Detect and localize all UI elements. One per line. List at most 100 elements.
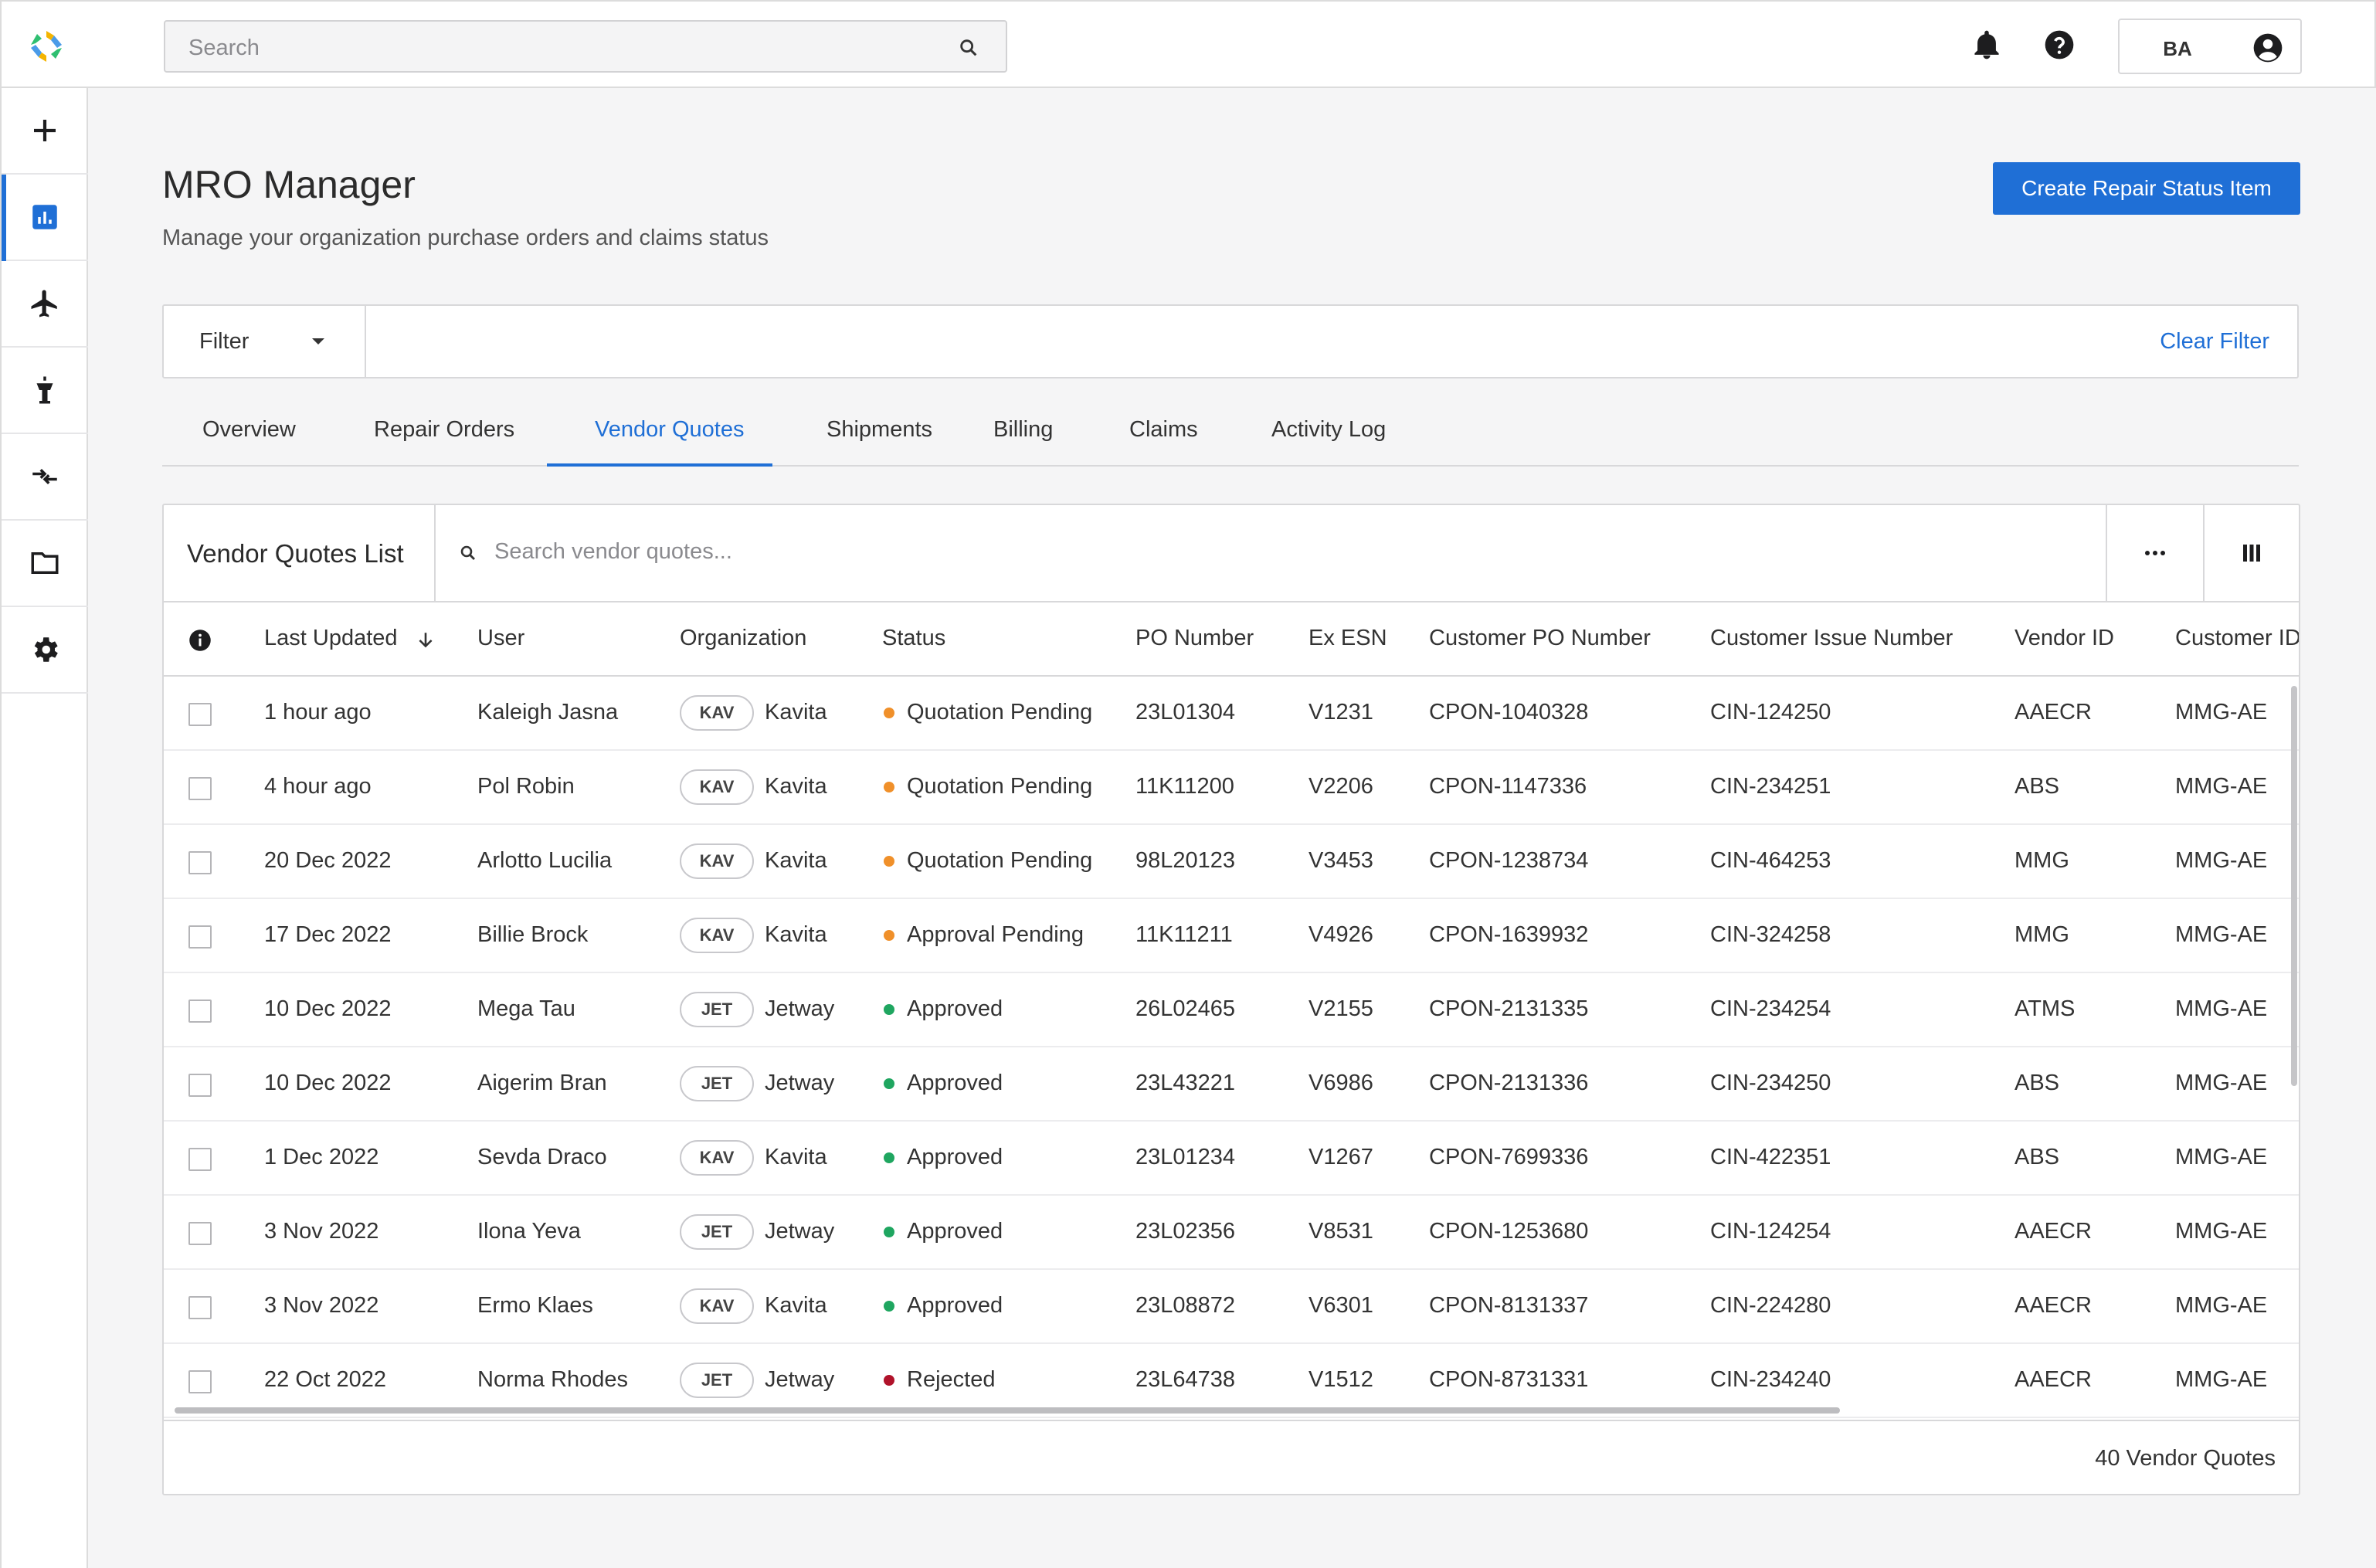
cell-customer-issue-number: CIN-124254	[1710, 1219, 1831, 1244]
cell-customer-po-number: CPON-1147336	[1429, 774, 1587, 799]
table-row[interactable]: JET 10 Dec 2022 Mega Tau Jetway Approved 26L0…	[164, 973, 2299, 1047]
tab-vendor-quotes[interactable]: Vendor Quotes	[595, 417, 744, 465]
cell-user: Mega Tau	[477, 996, 575, 1021]
row-checkbox[interactable]	[188, 703, 212, 726]
cell-vendor-id: AAECR	[2015, 1219, 2092, 1244]
cell-user: Pol Robin	[477, 774, 575, 799]
row-checkbox[interactable]	[188, 1074, 212, 1097]
cell-customer-issue-number: CIN-234254	[1710, 996, 1831, 1021]
column-header-status[interactable]: Status	[882, 626, 945, 651]
table-row[interactable]: KAV 1 hour ago Kaleigh Jasna Kavita Quotatio…	[164, 677, 2299, 751]
cell-user: Ermo Klaes	[477, 1293, 593, 1318]
info-icon[interactable]	[188, 629, 212, 652]
column-header-organization[interactable]: Organization	[680, 626, 806, 651]
cell-last-updated: 17 Dec 2022	[264, 922, 392, 947]
cell-customer-po-number: CPON-8731331	[1429, 1367, 1589, 1392]
sort-arrow-down-icon[interactable]	[416, 630, 436, 650]
cell-last-updated: 4 hour ago	[264, 774, 372, 799]
horizontal-scrollbar[interactable]	[175, 1407, 1840, 1414]
row-checkbox[interactable]	[188, 1370, 212, 1393]
table-row[interactable]: KAV 20 Dec 2022 Arlotto Lucilia Kavita Quota…	[164, 825, 2299, 899]
tab-claims[interactable]: Claims	[1129, 417, 1198, 465]
cell-customer-po-number: CPON-1253680	[1429, 1219, 1589, 1244]
tab-bar: Overview Repair Orders Vendor Quotes Shi…	[162, 405, 2299, 467]
column-header-last-updated[interactable]: Last Updated	[264, 626, 398, 651]
table-row[interactable]: KAV 3 Nov 2022 Ermo Klaes Kavita Approved 23L…	[164, 1270, 2299, 1344]
row-checkbox[interactable]	[188, 851, 212, 874]
cell-customer-po-number: CPON-2131335	[1429, 996, 1589, 1021]
column-header-customer-id[interactable]: Customer ID	[2175, 626, 2299, 651]
organization-badge: JET	[680, 1066, 754, 1101]
row-checkbox[interactable]	[188, 1296, 212, 1319]
cell-ex-esn: V4926	[1308, 922, 1373, 947]
column-header-customer-po-number[interactable]: Customer PO Number	[1429, 626, 1651, 651]
column-header-ex-esn[interactable]: Ex ESN	[1308, 626, 1387, 651]
cell-ex-esn: V8531	[1308, 1219, 1373, 1244]
page-title: MRO Manager	[162, 163, 416, 206]
table-row[interactable]: KAV 17 Dec 2022 Billie Brock Kavita Approval…	[164, 899, 2299, 973]
cell-ex-esn: V3453	[1308, 848, 1373, 873]
sidebar-item-settings[interactable]	[2, 607, 88, 694]
sidebar-item-flights[interactable]	[2, 261, 88, 348]
transfer-arrows-icon	[32, 469, 57, 484]
cell-organization: Jetway	[765, 1071, 835, 1095]
column-header-vendor-id[interactable]: Vendor ID	[2015, 626, 2114, 651]
table-row[interactable]: JET 3 Nov 2022 Ilona Yeva Jetway Approved 23L…	[164, 1196, 2299, 1270]
filter-dropdown[interactable]: Filter	[164, 306, 366, 377]
user-menu-button[interactable]: BA	[2118, 19, 2302, 74]
column-header-user[interactable]: User	[477, 626, 524, 651]
cell-po-number: 23L43221	[1135, 1071, 1236, 1095]
cell-last-updated: 3 Nov 2022	[264, 1293, 379, 1318]
cell-ex-esn: V2206	[1308, 774, 1373, 799]
control-tower-icon	[36, 376, 53, 404]
cell-ex-esn: V6301	[1308, 1293, 1373, 1318]
tab-repair-orders[interactable]: Repair Orders	[374, 417, 514, 465]
search-icon[interactable]	[958, 37, 979, 59]
status-dot	[884, 1004, 894, 1015]
more-options-button[interactable]	[2107, 505, 2203, 601]
column-header-customer-issue-number[interactable]: Customer Issue Number	[1710, 626, 1953, 651]
column-settings-button[interactable]	[2205, 505, 2299, 601]
cell-customer-issue-number: CIN-234240	[1710, 1367, 1831, 1392]
cell-po-number: 23L02356	[1135, 1219, 1236, 1244]
row-checkbox[interactable]	[188, 1000, 212, 1023]
cell-customer-issue-number: CIN-464253	[1710, 848, 1831, 873]
notifications-bell-icon[interactable]	[1970, 28, 2004, 62]
vertical-scrollbar[interactable]	[2291, 686, 2297, 1086]
row-checkbox[interactable]	[188, 1222, 212, 1245]
cell-customer-po-number: CPON-1040328	[1429, 700, 1589, 725]
row-checkbox[interactable]	[188, 777, 212, 800]
row-checkbox[interactable]	[188, 1148, 212, 1171]
global-search-input[interactable]: Search	[164, 20, 1007, 73]
app-logo[interactable]	[28, 28, 65, 65]
tab-activity-log[interactable]: Activity Log	[1271, 417, 1386, 465]
cell-customer-id: MMG-AE	[2175, 1071, 2268, 1095]
table-row[interactable]: KAV 4 hour ago Pol Robin Kavita Quotation Pe…	[164, 751, 2299, 825]
cell-organization: Kavita	[765, 1293, 827, 1318]
vendor-quotes-search-input[interactable]: Search vendor quotes...	[494, 539, 732, 565]
sidebar-item-documents[interactable]	[2, 521, 88, 607]
table-row[interactable]: KAV 1 Dec 2022 Sevda Draco Kavita Approved 23…	[164, 1122, 2299, 1196]
sidebar-item-transfers[interactable]	[2, 434, 88, 521]
sidebar-item-control-tower[interactable]	[2, 348, 88, 434]
sidebar-item-dashboard[interactable]	[2, 175, 88, 261]
cell-last-updated: 3 Nov 2022	[264, 1219, 379, 1244]
cell-po-number: 23L08872	[1135, 1293, 1236, 1318]
status-dot	[884, 1227, 894, 1237]
create-repair-status-item-button[interactable]: Create Repair Status Item	[1993, 162, 2300, 215]
cell-organization: Kavita	[765, 848, 827, 873]
top-bar: Search BA	[0, 0, 2376, 88]
cell-user: Billie Brock	[477, 922, 589, 947]
sidebar-item-create[interactable]	[2, 88, 88, 175]
user-initials: BA	[2163, 37, 2192, 60]
row-checkbox[interactable]	[188, 925, 212, 949]
tab-shipments[interactable]: Shipments	[827, 417, 932, 465]
column-header-po-number[interactable]: PO Number	[1135, 626, 1254, 651]
status-dot	[884, 782, 894, 792]
tab-billing[interactable]: Billing	[993, 417, 1053, 465]
help-icon[interactable]	[2042, 28, 2076, 62]
table-row[interactable]: JET 10 Dec 2022 Aigerim Bran Jetway Approved…	[164, 1047, 2299, 1122]
cell-status: Approved	[907, 1293, 1003, 1318]
tab-overview[interactable]: Overview	[202, 417, 296, 465]
clear-filter-link[interactable]: Clear Filter	[2160, 329, 2269, 355]
